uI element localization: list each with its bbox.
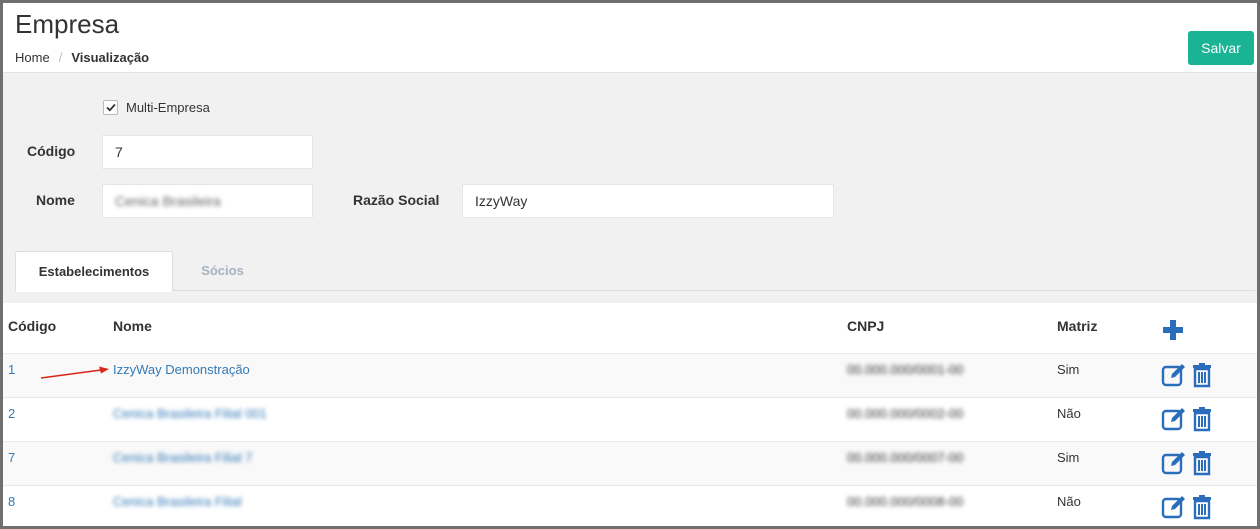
row-matriz: Sim	[1057, 450, 1080, 465]
multi-empresa-label: Multi-Empresa	[126, 100, 210, 115]
app-frame: Empresa Home / Visualização Salvar Multi-E…	[3, 3, 1257, 526]
multi-empresa-checkbox[interactable]	[103, 100, 118, 115]
multi-empresa-checkbox-group[interactable]: Multi-Empresa	[103, 100, 210, 115]
nome-value: Cenica Brasileira	[115, 193, 221, 209]
breadcrumb-separator: /	[58, 50, 63, 65]
row-matriz: Não	[1057, 406, 1081, 421]
row-codigo[interactable]: 7	[8, 442, 15, 486]
row-nome-link[interactable]: Cenica Brasileira Filial 001	[113, 398, 267, 442]
table-row: 7 Cenica Brasileira Filial 7 00.000.000/…	[3, 441, 1257, 485]
row-cnpj: 00.000.000/0002-00	[847, 406, 964, 421]
codigo-label: Código	[27, 143, 76, 159]
col-header-cnpj: CNPJ	[847, 318, 885, 334]
nome-label: Nome	[36, 192, 75, 208]
edit-icon[interactable]	[1161, 450, 1187, 476]
edit-icon[interactable]	[1161, 406, 1187, 432]
row-cnpj: 00.000.000/0007-00	[847, 450, 964, 465]
breadcrumb-current: Visualização	[71, 50, 150, 65]
breadcrumb: Home / Visualização	[15, 50, 149, 65]
row-codigo[interactable]: 2	[8, 398, 15, 442]
trash-icon[interactable]	[1189, 362, 1215, 388]
table-row: 2 Cenica Brasileira Filial 001 00.000.00…	[3, 397, 1257, 441]
row-codigo[interactable]: 8	[8, 486, 15, 526]
table-row: 1 IzzyWay Demonstração 00.000.000/0001-0…	[3, 353, 1257, 397]
codigo-input[interactable]: 7	[102, 135, 313, 169]
col-header-matriz: Matriz	[1057, 318, 1098, 334]
trash-icon[interactable]	[1189, 450, 1215, 476]
table-row: 8 Cenica Brasileira Filial 00.000.000/00…	[3, 485, 1257, 526]
tab-socios[interactable]: Sócios	[180, 251, 265, 291]
page-header: Empresa Home / Visualização Salvar	[3, 3, 1257, 73]
row-nome-link[interactable]: IzzyWay Demonstração	[113, 354, 250, 398]
row-matriz: Sim	[1057, 362, 1080, 377]
page-title: Empresa	[15, 9, 120, 39]
annotation-arrow-icon	[40, 366, 109, 379]
col-header-codigo: Código	[8, 318, 57, 334]
table-header-row: Código Nome CNPJ Matriz	[3, 303, 1257, 353]
trash-icon[interactable]	[1189, 494, 1215, 520]
nome-input[interactable]: Cenica Brasileira	[102, 184, 313, 218]
edit-icon[interactable]	[1161, 494, 1187, 520]
row-nome-link[interactable]: Cenica Brasileira Filial 7	[113, 442, 252, 486]
edit-icon[interactable]	[1161, 362, 1187, 388]
col-header-nome: Nome	[113, 318, 152, 334]
razao-social-label: Razão Social	[353, 192, 440, 208]
row-cnpj: 00.000.000/0001-00	[847, 362, 964, 377]
save-button[interactable]: Salvar	[1188, 31, 1254, 65]
row-cnpj: 00.000.000/0008-00	[847, 494, 964, 509]
razao-social-input[interactable]: IzzyWay	[462, 184, 834, 218]
row-codigo[interactable]: 1	[8, 354, 15, 398]
add-establishment-button[interactable]	[1161, 318, 1185, 342]
row-nome-link[interactable]: Cenica Brasileira Filial	[113, 486, 242, 526]
tab-estabelecimentos[interactable]: Estabelecimentos	[15, 251, 173, 292]
trash-icon[interactable]	[1189, 406, 1215, 432]
breadcrumb-home[interactable]: Home	[15, 50, 50, 65]
row-matriz: Não	[1057, 494, 1081, 509]
check-icon	[105, 103, 116, 112]
tabs-bar: Estabelecimentos Sócios	[15, 251, 1255, 292]
